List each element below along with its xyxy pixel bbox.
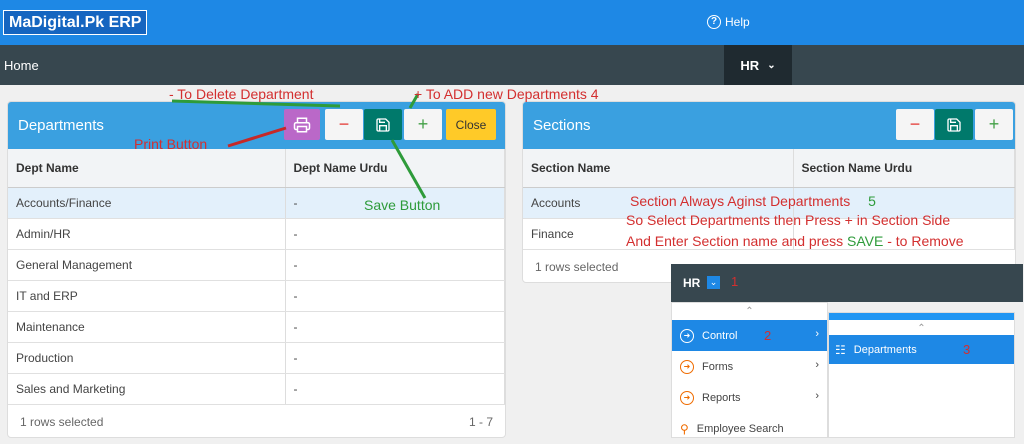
add-department-button[interactable]: + (404, 109, 442, 140)
table-row[interactable]: Sales and Marketing - (8, 373, 505, 405)
chevron-right-icon: › (815, 359, 819, 371)
plus-icon: + (988, 114, 1000, 134)
delete-department-button[interactable]: − (325, 109, 363, 140)
departments-header: Departments − + Close (8, 102, 505, 149)
table-row[interactable]: General Management - (8, 249, 505, 281)
rows-selected: 1 rows selected (20, 414, 104, 429)
table-row[interactable]: Admin/HR - (8, 218, 505, 250)
col-dept-name[interactable]: Dept Name (8, 149, 286, 188)
control-submenu: ⌃ ☷ Departments 3 (828, 312, 1015, 438)
menu-item-forms[interactable]: ➜ Forms › (672, 351, 827, 382)
chevron-down-icon: ⌄ (767, 59, 776, 71)
plus-icon: + (417, 114, 429, 134)
help-icon: ? (707, 15, 721, 29)
submenu-item-departments[interactable]: ☷ Departments 3 (829, 335, 1014, 364)
app-title[interactable]: MaDigital.Pk ERP (3, 10, 148, 35)
print-annotation: Print Button (134, 136, 208, 152)
sections-title: Sections (533, 117, 591, 134)
top-bar: MaDigital.Pk ERP ? Help (0, 0, 1024, 45)
save-icon (376, 117, 390, 132)
hr-menu-button[interactable]: HR ⌄ (724, 45, 792, 85)
menu-bar-inset: HR ⌄ 1 (671, 264, 1023, 302)
departments-icon: ☷ (835, 342, 846, 357)
chevron-right-icon: › (815, 328, 819, 340)
add-annotation: + To ADD new Departments 4 (414, 86, 599, 102)
print-button[interactable] (284, 109, 320, 140)
close-button[interactable]: Close (446, 109, 496, 140)
table-row[interactable]: Maintenance - (8, 311, 505, 343)
step-3: 3 (963, 342, 971, 357)
save-annotation: Save Button (364, 197, 441, 213)
sections-header: Sections − + (523, 102, 1015, 149)
menu-item-employee-search[interactable]: ⚲ Employee Search (672, 413, 827, 444)
section-note-2: So Select Departments then Press + in Se… (626, 212, 951, 228)
col-dept-name-urdu[interactable]: Dept Name Urdu (285, 149, 505, 188)
chevron-right-icon: › (815, 390, 819, 402)
home-link[interactable]: Home (4, 58, 39, 73)
print-icon (293, 117, 311, 132)
save-section-button[interactable] (935, 109, 973, 140)
section-note-3: And Enter Section name and press SAVE - … (626, 233, 964, 249)
table-row[interactable]: Production - (8, 342, 505, 374)
arrow-circle-icon: ➜ (680, 328, 694, 343)
col-section-name-urdu[interactable]: Section Name Urdu (793, 149, 1015, 188)
step-2: 2 (764, 328, 772, 343)
hr-dropdown-menu: ⌃ ➜ Control 2 › ➜ Forms › ➜ Reports › ⚲ … (671, 302, 828, 438)
delete-section-button[interactable]: − (896, 109, 934, 140)
menu-item-control[interactable]: ➜ Control 2 › (672, 320, 827, 351)
menu-item-reports[interactable]: ➜ Reports › (672, 382, 827, 413)
help-label: Help (725, 15, 750, 29)
caret-up-icon: ⌃ (917, 323, 926, 334)
departments-table: Dept Name Dept Name Urdu Accounts/Financ… (8, 149, 505, 405)
sections-panel: Sections − + Section Name Section Name U… (522, 101, 1016, 283)
chevron-down-icon[interactable]: ⌄ (707, 276, 720, 289)
arrow-circle-icon: ➜ (680, 359, 694, 374)
col-section-name[interactable]: Section Name (523, 149, 794, 188)
section-note-1: Section Always Aginst Departments 5 (630, 193, 876, 209)
delete-annotation: - To Delete Department (169, 86, 314, 102)
minus-icon: − (338, 114, 350, 134)
departments-panel: Departments − + Close Dept Name Dept Nam… (7, 101, 506, 438)
departments-footer: 1 rows selected 1 - 7 (8, 405, 505, 437)
hr-menu-label: HR (740, 57, 760, 73)
nav-bar: Home HR ⌄ (0, 45, 1024, 85)
step-1: 1 (731, 274, 739, 289)
table-row[interactable]: IT and ERP - (8, 280, 505, 312)
pagination: 1 - 7 (468, 414, 493, 429)
save-department-button[interactable] (364, 109, 402, 140)
help-link[interactable]: ? Help (707, 15, 750, 29)
caret-up-icon: ⌃ (745, 306, 754, 317)
arrow-circle-icon: ➜ (680, 390, 694, 405)
minus-icon: − (909, 114, 921, 134)
add-section-button[interactable]: + (975, 109, 1013, 140)
save-icon (947, 117, 961, 132)
search-icon: ⚲ (680, 421, 689, 436)
rows-selected: 1 rows selected (535, 259, 619, 274)
menu-bar-label[interactable]: HR (683, 276, 700, 290)
departments-title: Departments (18, 117, 104, 134)
